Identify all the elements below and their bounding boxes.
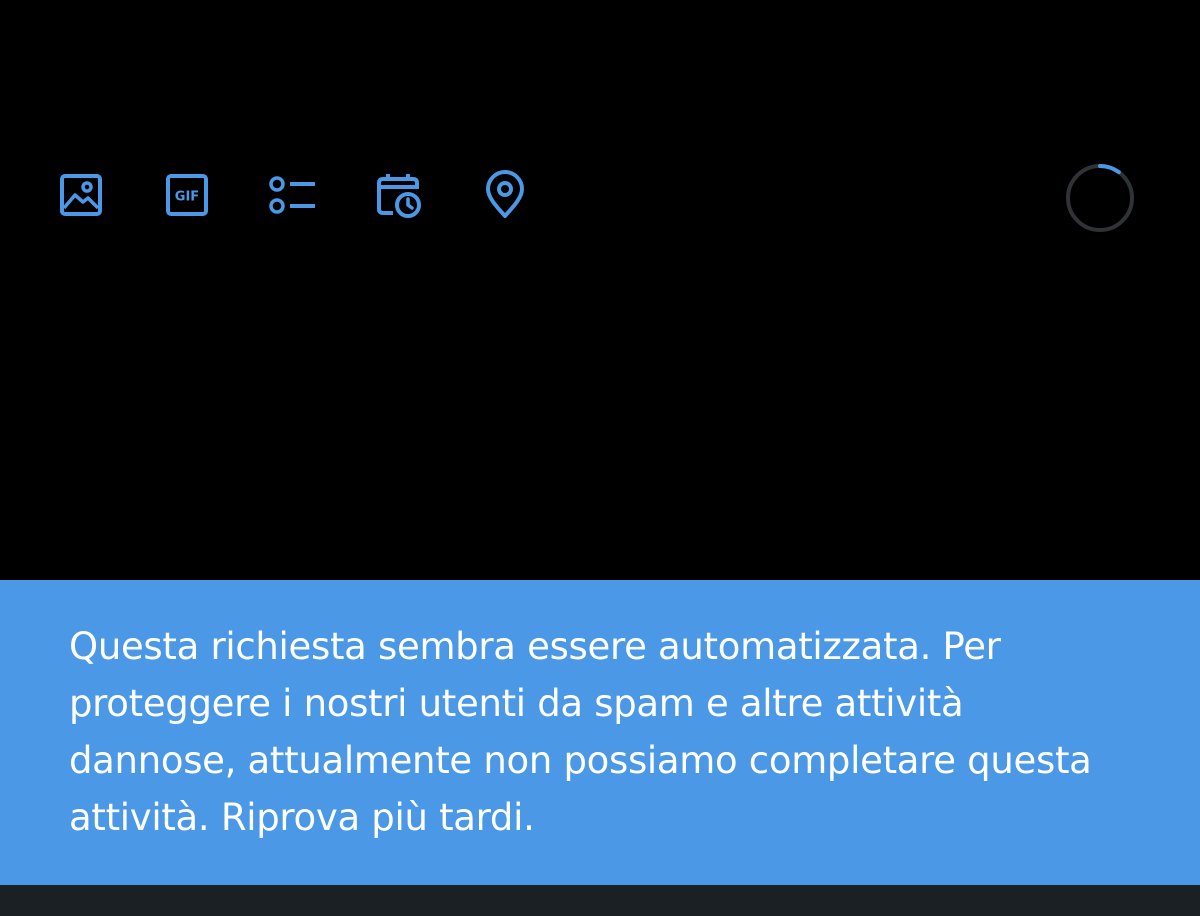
gif-button[interactable]: GIF bbox=[160, 168, 214, 222]
gif-icon-label: GIF bbox=[175, 190, 199, 205]
circular-progress-ring-icon bbox=[1066, 164, 1134, 232]
gif-icon: GIF bbox=[166, 174, 208, 216]
composer-toolbar: GIF bbox=[0, 160, 1200, 230]
image-icon bbox=[60, 174, 102, 216]
bottom-bar bbox=[0, 885, 1200, 916]
character-count-progress bbox=[1063, 161, 1137, 235]
poll-icon bbox=[269, 176, 315, 214]
schedule-calendar-icon bbox=[377, 174, 421, 218]
media-button[interactable] bbox=[54, 168, 108, 222]
location-pin-icon bbox=[486, 170, 524, 218]
poll-button[interactable] bbox=[266, 168, 320, 222]
error-toast-message: Questa richiesta sembra essere automatiz… bbox=[69, 625, 1092, 839]
schedule-button[interactable] bbox=[372, 168, 426, 222]
tweet-composer-screen: GIF Questa richiesta sembra essere autom… bbox=[0, 0, 1200, 916]
location-button[interactable] bbox=[478, 168, 532, 222]
